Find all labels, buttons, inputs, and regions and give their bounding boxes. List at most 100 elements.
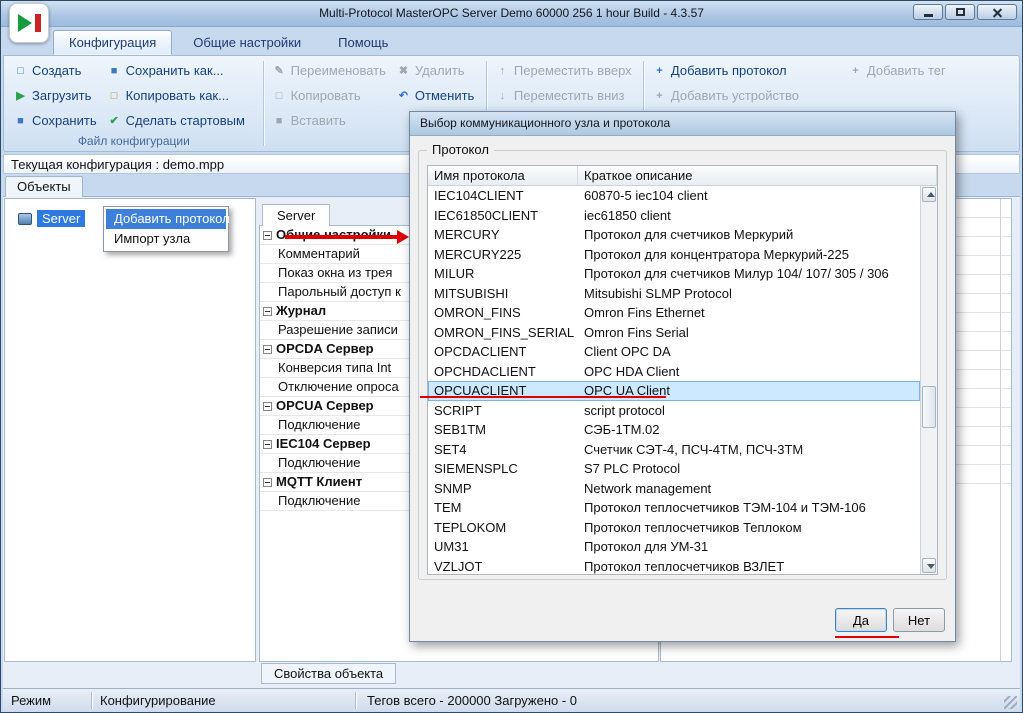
protocol-row[interactable]: OPCDACLIENTClient OPC DA <box>428 342 920 362</box>
dialog-buttons: Да Нет <box>835 608 945 632</box>
protocol-row[interactable]: SEB1TMСЭБ-1ТМ.02 <box>428 420 920 440</box>
protocol-desc-cell: Протокол для концентратора Меркурий-225 <box>578 245 920 265</box>
toolbar-button[interactable]: ↓Переместить вниз <box>490 83 640 108</box>
toolbar-button-label: Сохранить как... <box>126 63 224 78</box>
context-menu-item[interactable]: Импорт узла <box>106 229 226 249</box>
protocol-name-cell: UM31 <box>428 537 578 557</box>
collapse-icon[interactable] <box>263 231 272 240</box>
toolbar-button[interactable]: +Добавить протокол <box>647 58 843 83</box>
menu-tab[interactable]: Общие настройки <box>177 30 317 55</box>
menu-tab[interactable]: Конфигурация <box>53 30 172 55</box>
protocol-row[interactable]: TEMПротокол теплосчетчиков ТЭМ-104 и ТЭМ… <box>428 498 920 518</box>
protocol-desc-cell: Протокол теплосчетчиков Теплоком <box>578 518 920 538</box>
protocol-row[interactable]: OPCHDACLIENTOPC HDA Client <box>428 362 920 382</box>
dialog-title: Выбор коммуникационного узла и протокола <box>420 116 670 130</box>
protocol-row[interactable]: SNMPNetwork management <box>428 479 920 499</box>
tab-object-properties[interactable]: Свойства объекта <box>261 663 396 684</box>
tab-objects-label: Объекты <box>17 179 71 194</box>
no-button[interactable]: Нет <box>893 608 945 632</box>
toolbar-button[interactable]: □Копировать <box>267 83 391 108</box>
toolbar-button-label: Добавить тег <box>867 63 946 78</box>
protocol-desc-cell: Mitsubishi SLMP Protocol <box>578 284 920 304</box>
column-header-description[interactable]: Краткое описание <box>578 166 937 185</box>
protocol-row[interactable]: MERCURYПротокол для счетчиков Меркурий <box>428 225 920 245</box>
toolbar-button[interactable]: □Копировать как... <box>102 83 260 108</box>
minimize-button[interactable] <box>913 4 943 20</box>
protocol-row[interactable]: IEC104CLIENT60870-5 iec104 client <box>428 186 920 206</box>
tree-node-server[interactable]: Server <box>18 210 85 227</box>
toolbar-button-label: Переместить вниз <box>514 88 625 103</box>
toolbar-button[interactable]: ↶Отменить <box>391 83 483 108</box>
tab-object-properties-label: Свойства объекта <box>274 666 383 681</box>
protocol-row[interactable]: UM31Протокол для УМ-31 <box>428 537 920 557</box>
toolbar-button[interactable]: ✎Переименовать <box>267 58 391 83</box>
annotation-underline-yes-button <box>835 636 899 638</box>
paste-icon: ■ <box>272 115 287 127</box>
maximize-button[interactable] <box>945 4 975 20</box>
protocol-desc-cell: Протокол для счетчиков Милур 104/ 107/ 3… <box>578 264 920 284</box>
column-header-protocol-name[interactable]: Имя протокола <box>428 166 578 185</box>
protocol-row[interactable]: SCRIPTscript protocol <box>428 401 920 421</box>
minimize-icon <box>924 14 933 17</box>
protocol-row[interactable]: OMRON_FINSOmron Fins Ethernet <box>428 303 920 323</box>
protocol-row[interactable]: MERCURY225Протокол для концентратора Мер… <box>428 245 920 265</box>
protocol-row[interactable]: IEC61850CLIENTiec61850 client <box>428 206 920 226</box>
status-mode-value: Конфигурирование <box>100 693 216 708</box>
protocol-row[interactable]: SET4Счетчик СЭТ-4, ПСЧ-4ТМ, ПСЧ-3ТМ <box>428 440 920 460</box>
protocol-desc-cell: script protocol <box>578 401 920 421</box>
dialog-title-bar[interactable]: Выбор коммуникационного узла и протокола <box>410 112 955 136</box>
toolbar-button[interactable]: ■ Сохранить как... <box>102 58 260 83</box>
resize-grip[interactable] <box>1004 696 1017 709</box>
collapse-icon[interactable] <box>263 345 272 354</box>
protocol-row[interactable]: VZLJOTПротокол теплосчетчиков ВЗЛЕТ <box>428 557 920 575</box>
toolbar-button[interactable]: ✖Удалить <box>391 58 483 83</box>
tab-objects[interactable]: Объекты <box>5 176 83 197</box>
app-window: Multi-Protocol MasterOPC Server Demo 600… <box>0 0 1023 713</box>
protocol-desc-cell: Omron Fins Serial <box>578 323 920 343</box>
title-bar[interactable]: Multi-Protocol MasterOPC Server Demo 600… <box>1 1 1022 27</box>
toolbar-button[interactable]: +Добавить устройство <box>647 83 843 108</box>
toolbar-button[interactable]: +Добавить тег <box>843 58 951 83</box>
protocol-desc-cell: iec61850 client <box>578 206 920 226</box>
setting-item-label: Отключение опроса <box>278 378 399 396</box>
toolbar-button[interactable]: □Создать <box>8 58 102 83</box>
scrollbar-thumb[interactable] <box>922 386 936 428</box>
protocol-name-cell: MITSUBISHI <box>428 284 578 304</box>
collapse-icon[interactable] <box>263 440 272 449</box>
yes-button[interactable]: Да <box>835 608 887 632</box>
status-separator <box>355 692 357 709</box>
group-separator <box>263 61 264 146</box>
setting-item-label: Комментарий <box>278 245 360 263</box>
context-menu-item[interactable]: Добавить протокол <box>106 209 226 229</box>
protocol-row[interactable]: MITSUBISHIMitsubishi SLMP Protocol <box>428 284 920 304</box>
toolbar-button[interactable]: ↑Переместить вверх <box>490 58 640 83</box>
tab-server[interactable]: Server <box>262 204 330 226</box>
toolbar-button[interactable]: ■Вставить <box>267 108 391 133</box>
close-button[interactable] <box>977 4 1017 20</box>
toolbar-button[interactable]: ■Сохранить <box>8 108 102 133</box>
copy-as-icon: □ <box>107 90 122 102</box>
scroll-down-icon[interactable] <box>922 558 936 573</box>
toolbar-button[interactable]: ✔Сделать стартовым <box>102 108 260 133</box>
toolbar-button-label: Сохранить <box>32 113 97 128</box>
tab-server-label: Server <box>277 208 315 223</box>
collapse-icon[interactable] <box>263 307 272 316</box>
setting-item-label: OPCDA Сервер <box>276 340 374 358</box>
protocol-row[interactable]: OMRON_FINS_SERIALOmron Fins Serial <box>428 323 920 343</box>
protocol-row[interactable]: SIEMENSPLCS7 PLC Protocol <box>428 459 920 479</box>
protocol-table: Имя протокола Краткое описание IEC104CLI… <box>427 165 938 575</box>
protocol-name-cell: MILUR <box>428 264 578 284</box>
protocol-name-cell: TEPLOKOM <box>428 518 578 538</box>
table-scrollbar[interactable] <box>920 186 937 574</box>
toolbar-button[interactable]: ▶Загрузить <box>8 83 102 108</box>
protocol-row[interactable]: MILURПротокол для счетчиков Милур 104/ 1… <box>428 264 920 284</box>
collapse-icon[interactable] <box>263 402 272 411</box>
menu-tab[interactable]: Помощь <box>322 30 404 55</box>
maximize-icon <box>956 8 965 16</box>
protocol-row[interactable]: TEPLOKOMПротокол теплосчетчиков Теплоком <box>428 518 920 538</box>
scroll-up-icon[interactable] <box>922 187 936 202</box>
collapse-icon[interactable] <box>263 478 272 487</box>
save-as-icon: ■ <box>107 65 122 77</box>
protocol-groupbox-label: Протокол <box>427 142 494 157</box>
menu-tab-bar: КонфигурацияОбщие настройкиПомощь <box>53 30 409 55</box>
